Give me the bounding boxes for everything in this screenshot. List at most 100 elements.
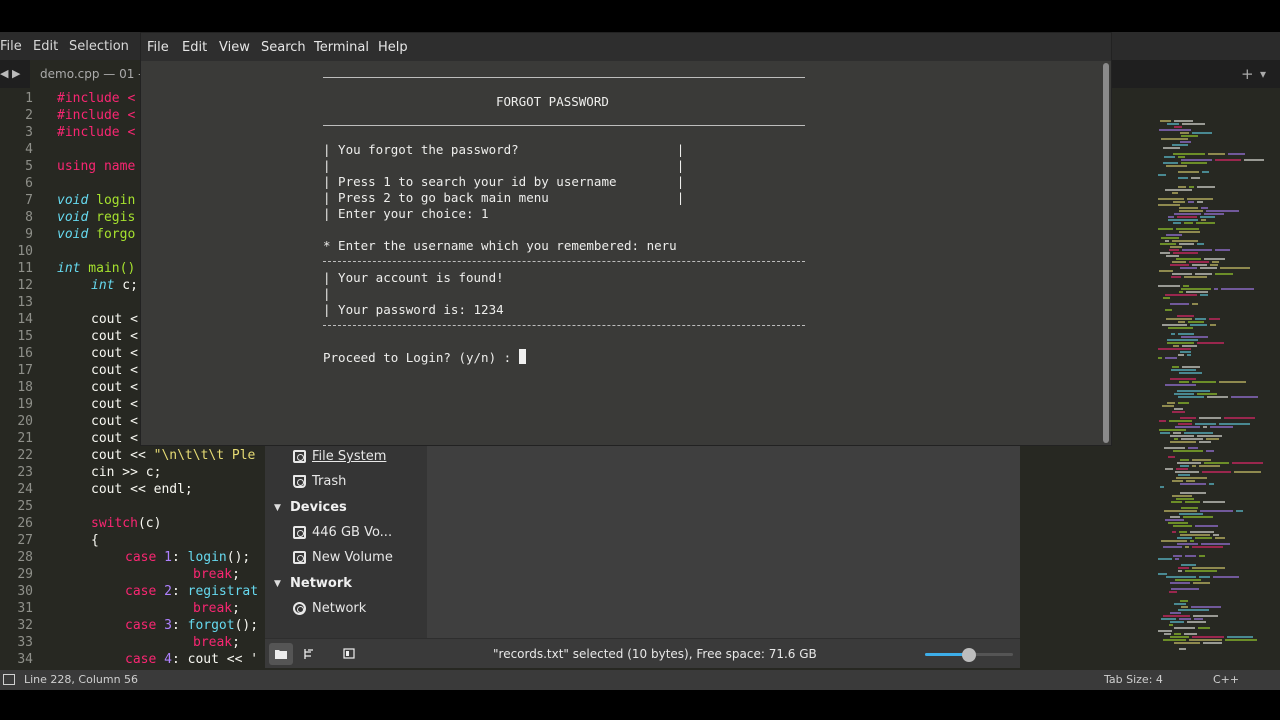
minimap-stroke xyxy=(1192,567,1225,569)
minimap-stroke xyxy=(1168,456,1175,458)
line-number: 1 xyxy=(25,91,33,106)
sidebar-heading-network[interactable]: Network xyxy=(290,576,352,591)
minimap-stroke xyxy=(1215,537,1225,539)
tab-scroll-left-icon[interactable]: ◀ xyxy=(0,67,8,80)
editor-menu-file[interactable]: File xyxy=(0,39,22,54)
syntax-selector[interactable]: C++ xyxy=(1213,673,1239,686)
minimap-stroke xyxy=(1185,570,1217,572)
editor-minimap[interactable] xyxy=(1114,90,1280,664)
minimap-stroke xyxy=(1161,138,1188,140)
minimap-stroke xyxy=(1173,252,1198,254)
line-number: 34 xyxy=(17,652,33,667)
code-line: int main() xyxy=(57,260,135,277)
minimap-stroke xyxy=(1188,321,1204,323)
terminal-menu-file[interactable]: File xyxy=(147,40,169,55)
minimap-stroke xyxy=(1192,381,1216,383)
minimap-stroke xyxy=(1213,576,1239,578)
minimap-stroke xyxy=(1172,366,1179,368)
sidebar-item-volume-446gb[interactable]: 446 GB Vo... xyxy=(312,525,392,540)
minimap-stroke xyxy=(1171,588,1199,590)
minimap-stroke xyxy=(1179,381,1189,383)
minimap-stroke xyxy=(1177,543,1198,545)
minimap-stroke xyxy=(1166,318,1192,320)
minimap-stroke xyxy=(1199,555,1205,557)
minimap-stroke xyxy=(1170,303,1189,305)
terminal-output[interactable]: FORGOT PASSWORD | You forgot the passwor… xyxy=(141,61,1101,445)
minimap-stroke xyxy=(1176,477,1207,479)
minimap-stroke xyxy=(1181,288,1211,290)
zoom-slider-handle[interactable] xyxy=(962,648,976,662)
editor-menu-selection[interactable]: Selection xyxy=(69,39,129,54)
minimap-stroke xyxy=(1192,303,1198,305)
minimap-stroke xyxy=(1167,402,1175,404)
terminal-scrollbar[interactable] xyxy=(1103,63,1109,443)
minimap-stroke xyxy=(1174,627,1195,629)
tab-list-icon[interactable]: ▾ xyxy=(1260,67,1266,81)
minimap-stroke xyxy=(1163,147,1180,149)
tree-view-button[interactable] xyxy=(297,643,321,665)
minimap-stroke xyxy=(1173,201,1185,203)
minimap-stroke xyxy=(1178,186,1186,188)
panel-toggle-icon[interactable] xyxy=(3,674,15,685)
terminal-menu-edit[interactable]: Edit xyxy=(182,40,207,55)
line-number: 26 xyxy=(17,516,33,531)
minimap-stroke xyxy=(1163,615,1190,617)
dashed-divider xyxy=(323,261,805,262)
line-number: 19 xyxy=(17,397,33,412)
line-number: 23 xyxy=(17,465,33,480)
line-number: 10 xyxy=(17,244,33,259)
line-number: 12 xyxy=(17,278,33,293)
terminal-menu-search[interactable]: Search xyxy=(261,40,306,55)
terminal-line: | xyxy=(323,286,331,301)
line-number: 33 xyxy=(17,635,33,650)
terminal-line: | Press 2 to go back main menu | xyxy=(323,190,685,205)
code-line: cout < xyxy=(91,329,138,344)
new-tab-icon[interactable]: + xyxy=(1241,65,1254,83)
file-list-area[interactable] xyxy=(427,430,1020,638)
sidebar-item-network[interactable]: Network xyxy=(312,601,366,616)
minimap-stroke xyxy=(1197,243,1204,245)
tab-scroll-right-icon[interactable]: ▶ xyxy=(12,67,20,80)
line-number: 27 xyxy=(17,533,33,548)
minimap-stroke xyxy=(1174,120,1193,122)
minimap-stroke xyxy=(1180,465,1189,467)
collapse-network-icon[interactable]: ▼ xyxy=(274,579,281,589)
minimap-stroke xyxy=(1174,393,1194,395)
sidebar-heading-devices[interactable]: Devices xyxy=(290,500,347,515)
minimap-stroke xyxy=(1180,534,1210,536)
minimap-stroke xyxy=(1215,273,1233,275)
collapse-devices-icon[interactable]: ▼ xyxy=(274,503,281,513)
minimap-stroke xyxy=(1178,333,1194,335)
toggle-sidebar-button[interactable] xyxy=(337,643,361,665)
terminal-menu-terminal[interactable]: Terminal xyxy=(314,40,369,55)
editor-menu-edit[interactable]: Edit xyxy=(33,39,58,54)
minimap-stroke xyxy=(1173,555,1182,557)
minimap-stroke xyxy=(1159,129,1191,131)
minimap-stroke xyxy=(1180,600,1188,602)
zoom-slider[interactable] xyxy=(925,648,1013,662)
minimap-stroke xyxy=(1199,417,1221,419)
sidebar-item-file-system[interactable]: File System xyxy=(312,449,386,464)
minimap-stroke xyxy=(1192,465,1196,467)
minimap-stroke xyxy=(1178,570,1182,572)
minimap-stroke xyxy=(1191,606,1221,608)
divider-line xyxy=(323,125,805,126)
editor-statusbar: Line 228, Column 56 Tab Size: 4 C++ xyxy=(0,670,1280,690)
line-number: 15 xyxy=(17,329,33,344)
minimap-stroke xyxy=(1184,432,1213,434)
minimap-stroke xyxy=(1160,243,1176,245)
sidebar-item-trash[interactable]: Trash xyxy=(312,474,346,489)
tab-size-selector[interactable]: Tab Size: 4 xyxy=(1104,673,1163,686)
minimap-stroke xyxy=(1158,285,1180,287)
terminal-menu-view[interactable]: View xyxy=(219,40,250,55)
code-token: case xyxy=(125,584,157,599)
sidebar-item-new-volume[interactable]: New Volume xyxy=(312,550,393,565)
minimap-stroke xyxy=(1178,171,1199,173)
minimap-stroke xyxy=(1186,480,1195,482)
code-line: #include < xyxy=(57,108,136,123)
code-line: #include < xyxy=(57,91,136,106)
code-line: break; xyxy=(193,601,240,616)
places-view-button[interactable] xyxy=(269,643,293,665)
minimap-stroke xyxy=(1159,270,1173,272)
terminal-menu-help[interactable]: Help xyxy=(378,40,408,55)
